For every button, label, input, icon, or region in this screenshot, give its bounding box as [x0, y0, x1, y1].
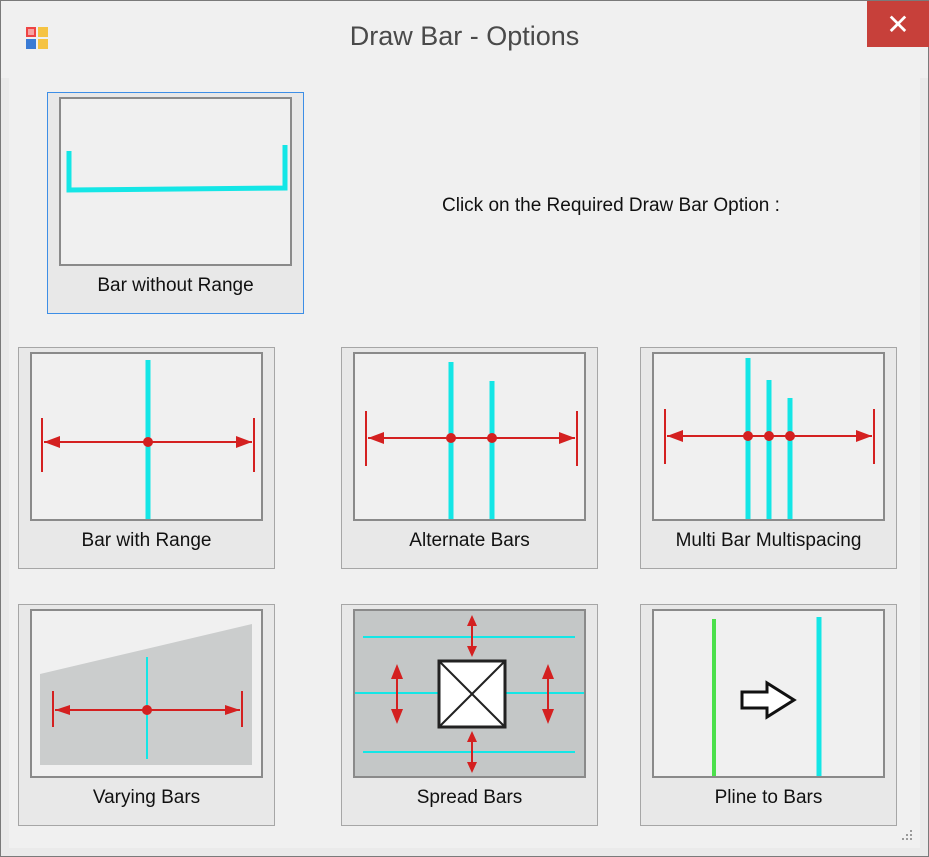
option-label: Alternate Bars [409, 530, 530, 551]
option-pline-to-bars[interactable]: Pline to Bars [640, 604, 897, 826]
pline-to-bars-preview [652, 609, 885, 778]
title-bar[interactable]: Draw Bar - Options ✕ [1, 1, 929, 78]
bar-without-range-preview [59, 97, 292, 266]
close-button[interactable]: ✕ [867, 1, 929, 47]
instruction-text: Click on the Required Draw Bar Option : [442, 195, 780, 216]
option-varying-bars[interactable]: Varying Bars [18, 604, 275, 826]
option-label: Multi Bar Multispacing [675, 530, 862, 551]
multi-bar-multispacing-preview [652, 352, 885, 521]
option-bar-without-range[interactable]: Bar without Range [47, 92, 304, 314]
option-label: Bar with Range [81, 530, 212, 551]
dialog-body: Click on the Required Draw Bar Option : … [9, 78, 920, 848]
option-multi-bar-multispacing[interactable]: Multi Bar Multispacing [640, 347, 897, 569]
draw-bar-options-window: Draw Bar - Options ✕ Click on the Requir… [0, 0, 929, 857]
resize-grip-icon[interactable] [900, 828, 914, 842]
option-label: Bar without Range [97, 275, 254, 296]
option-alternate-bars[interactable]: Alternate Bars [341, 347, 598, 569]
alternate-bars-preview [353, 352, 586, 521]
window-title: Draw Bar - Options [349, 21, 580, 51]
option-spread-bars[interactable]: Spread Bars [341, 604, 598, 826]
close-icon: ✕ [886, 8, 910, 40]
option-label: Pline to Bars [714, 787, 823, 808]
option-label: Spread Bars [416, 787, 523, 808]
bar-with-range-preview [30, 352, 263, 521]
spread-bars-preview [353, 609, 586, 778]
option-bar-with-range[interactable]: Bar with Range [18, 347, 275, 569]
varying-bars-preview [30, 609, 263, 778]
option-label: Varying Bars [92, 787, 201, 808]
